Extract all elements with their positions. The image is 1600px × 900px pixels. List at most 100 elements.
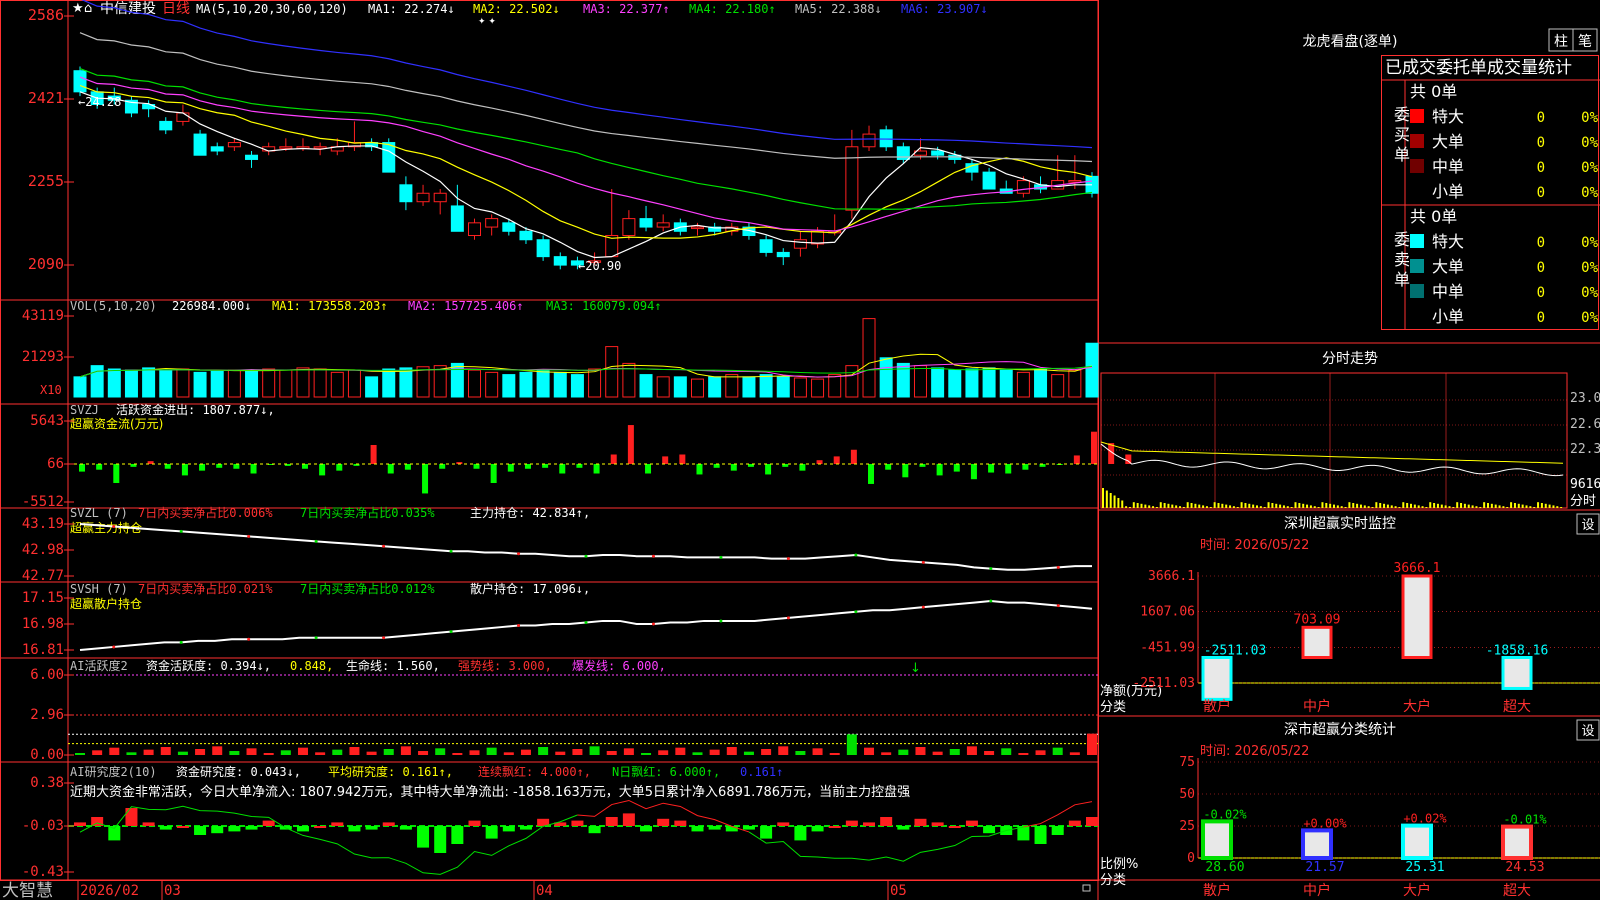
volume-bar[interactable]: [742, 376, 756, 398]
volume-bar[interactable]: [1051, 374, 1065, 398]
volume-bar[interactable]: [948, 369, 962, 398]
volume-bar[interactable]: [227, 369, 241, 398]
flow-bar[interactable]: [422, 464, 429, 494]
flow-bar[interactable]: [404, 464, 411, 470]
research-bar[interactable]: [468, 820, 481, 826]
active-bar[interactable]: [520, 749, 531, 755]
holding-line[interactable]: [79, 600, 1093, 651]
flow-bar[interactable]: [833, 456, 840, 464]
flow-bar[interactable]: [576, 464, 583, 468]
research-bar[interactable]: [434, 826, 447, 853]
flow-bar[interactable]: [850, 449, 857, 464]
research-bar[interactable]: [314, 826, 327, 828]
flow-bar[interactable]: [645, 464, 652, 474]
flow-bar[interactable]: [524, 464, 531, 469]
candle[interactable]: [639, 218, 653, 228]
research-bar[interactable]: [331, 822, 344, 826]
volume-bar[interactable]: [296, 367, 310, 398]
candle[interactable]: [536, 239, 550, 258]
volume-bar[interactable]: [193, 371, 207, 398]
candle[interactable]: [982, 171, 996, 190]
flow-bar[interactable]: [79, 464, 85, 472]
volume-bar[interactable]: [279, 369, 293, 398]
research-bar[interactable]: [485, 826, 498, 839]
active-bar[interactable]: [195, 749, 206, 755]
research-bar[interactable]: [125, 808, 138, 826]
flow-bar[interactable]: [730, 464, 737, 471]
active-bar[interactable]: [92, 750, 103, 755]
active-bar[interactable]: [761, 749, 772, 755]
volume-bar[interactable]: [519, 371, 533, 398]
volume-chart[interactable]: [73, 318, 1099, 398]
active-bar[interactable]: [1001, 748, 1012, 755]
active-bar[interactable]: [709, 749, 720, 755]
active-bar[interactable]: [315, 752, 326, 755]
flow-bar[interactable]: [1005, 464, 1012, 474]
active-bar[interactable]: [1052, 747, 1063, 755]
candle[interactable]: [227, 142, 241, 148]
research-bar[interactable]: [1034, 826, 1047, 844]
candle[interactable]: [450, 205, 464, 232]
classify-bar[interactable]: [1401, 823, 1433, 861]
volume-bar[interactable]: [124, 369, 138, 398]
active-bar[interactable]: [915, 747, 926, 755]
kline-chart[interactable]: [73, 0, 1099, 270]
research-bar[interactable]: [828, 826, 841, 828]
research-bar[interactable]: [897, 826, 910, 830]
volume-bar[interactable]: [536, 369, 550, 398]
volume-bar[interactable]: [811, 378, 825, 398]
volume-bar[interactable]: [347, 369, 361, 398]
holding-line[interactable]: [79, 523, 1092, 571]
flow-bar[interactable]: [679, 454, 686, 465]
volume-bar[interactable]: [1068, 369, 1082, 398]
flow-bar[interactable]: [627, 425, 634, 464]
research-bar[interactable]: [502, 826, 515, 832]
active-bar[interactable]: [589, 746, 600, 755]
volume-bar[interactable]: [588, 368, 602, 398]
candle[interactable]: [73, 70, 87, 93]
volume-bar[interactable]: [828, 374, 842, 398]
candle[interactable]: [862, 133, 876, 148]
active-bar[interactable]: [400, 746, 411, 755]
research-bar[interactable]: [965, 820, 978, 826]
active-bar[interactable]: [1018, 753, 1029, 755]
volume-bar[interactable]: [605, 346, 619, 398]
flow-bar[interactable]: [1022, 464, 1029, 470]
monitor-bar[interactable]: [1301, 625, 1333, 660]
volume-bar[interactable]: [159, 369, 173, 398]
research-bar[interactable]: [417, 826, 430, 848]
active-bar[interactable]: [418, 751, 429, 755]
fund-flow-chart[interactable]: [68, 425, 1132, 494]
research-bar[interactable]: [451, 826, 464, 844]
active-bar[interactable]: [1069, 752, 1080, 755]
active-bar[interactable]: [229, 751, 240, 755]
candle[interactable]: [519, 230, 533, 241]
active-bar[interactable]: [726, 747, 737, 755]
research-bar[interactable]: [794, 826, 807, 841]
volume-bar[interactable]: [245, 369, 259, 398]
research-bar[interactable]: [296, 826, 309, 832]
active-bar[interactable]: [75, 753, 85, 755]
active-bar[interactable]: [778, 746, 789, 755]
monitor-bar[interactable]: [1401, 574, 1433, 660]
active-bar[interactable]: [349, 747, 360, 755]
active-bar[interactable]: [966, 746, 977, 755]
candle[interactable]: [485, 218, 499, 228]
active-bar[interactable]: [126, 752, 137, 755]
active-bar[interactable]: [846, 734, 857, 755]
candle[interactable]: [210, 146, 224, 152]
active-bar[interactable]: [263, 753, 274, 755]
candle[interactable]: [433, 192, 447, 203]
volume-bar[interactable]: [1016, 371, 1030, 398]
flow-bar[interactable]: [473, 464, 480, 469]
active-bar[interactable]: [692, 752, 703, 755]
research-bar[interactable]: [760, 826, 773, 839]
active-bar[interactable]: [743, 751, 754, 755]
active-bar[interactable]: [332, 749, 343, 755]
active-bar[interactable]: [143, 749, 154, 755]
classify-bar[interactable]: [1301, 828, 1333, 860]
active-bar[interactable]: [675, 747, 686, 755]
active-bar[interactable]: [658, 750, 669, 755]
main-position-chart[interactable]: [79, 523, 1092, 571]
active-bar[interactable]: [109, 747, 120, 755]
